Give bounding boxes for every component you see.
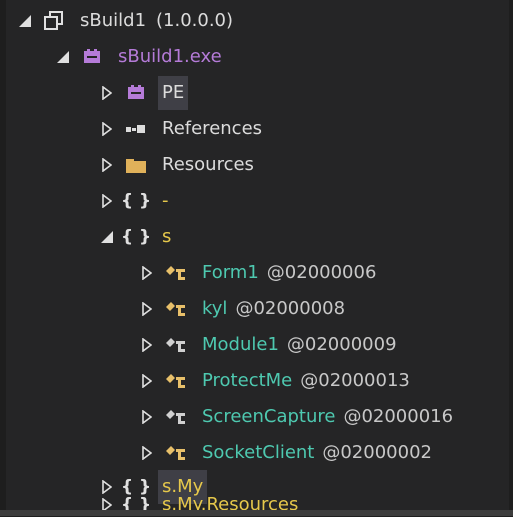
namespace-label: - <box>162 190 169 211</box>
class-icon <box>164 441 188 465</box>
assembly-name: sBuild1 <box>80 10 147 31</box>
namespace-icon: { } <box>120 227 152 247</box>
type-name: kyl <box>202 298 228 319</box>
collapsed-arrow-icon[interactable] <box>98 122 116 136</box>
tree-node-type[interactable]: ProtectMe @02000013 <box>138 364 410 398</box>
collapsed-arrow-icon[interactable] <box>138 374 156 388</box>
tree-node-assembly[interactable]: sBuild1 (1.0.0.0) <box>16 4 233 38</box>
namespace-icon: { } <box>120 191 152 211</box>
module-icon <box>80 45 104 69</box>
type-name: Form1 <box>202 262 259 283</box>
class-icon <box>164 369 188 393</box>
type-name: Module1 <box>202 334 279 355</box>
tree-node-type[interactable]: kyl @02000008 <box>138 292 345 326</box>
collapsed-arrow-icon[interactable] <box>138 446 156 460</box>
module-class-icon <box>164 333 188 357</box>
type-token: @02000016 <box>343 406 454 427</box>
tree-node-module[interactable]: sBuild1.exe <box>54 40 226 74</box>
pe-icon <box>124 81 148 105</box>
pe-label: PE <box>158 76 189 110</box>
expanded-arrow-icon[interactable] <box>54 51 72 63</box>
assembly-explorer-tree: sBuild1 (1.0.0.0) sBuild1.exe PE Referen… <box>6 0 509 515</box>
module-label: sBuild1.exe <box>118 46 222 67</box>
collapsed-arrow-icon[interactable] <box>98 194 116 208</box>
expanded-arrow-icon[interactable] <box>16 15 34 27</box>
type-name: ScreenCapture <box>202 406 336 427</box>
folder-icon <box>124 153 148 177</box>
resources-label: Resources <box>162 154 254 175</box>
type-name: SocketClient <box>202 442 315 463</box>
expanded-arrow-icon[interactable] <box>98 231 116 243</box>
tree-node-type[interactable]: Module1 @02000009 <box>138 328 397 362</box>
collapsed-arrow-icon[interactable] <box>138 410 156 424</box>
tree-node-namespace-s[interactable]: { } s <box>98 220 175 254</box>
type-token: @02000002 <box>322 442 432 463</box>
namespace-label: s <box>162 226 172 247</box>
module-class-icon <box>164 405 188 429</box>
tree-node-type[interactable]: SocketClient @02000002 <box>138 436 432 470</box>
collapsed-arrow-icon[interactable] <box>138 266 156 280</box>
assembly-version: (1.0.0.0) <box>156 10 234 31</box>
references-icon <box>124 117 148 141</box>
type-token: @02000013 <box>300 370 410 391</box>
class-icon <box>164 261 188 285</box>
tree-node-references[interactable]: References <box>98 112 266 146</box>
collapsed-arrow-icon[interactable] <box>138 338 156 352</box>
tree-node-type[interactable]: ScreenCapture @02000016 <box>138 400 453 434</box>
type-token: @02000008 <box>235 298 346 319</box>
tree-node-type[interactable]: Form1 @02000006 <box>138 256 376 290</box>
collapsed-arrow-icon[interactable] <box>138 302 156 316</box>
type-token: @02000006 <box>266 262 377 283</box>
references-label: References <box>162 118 263 139</box>
tree-node-resources[interactable]: Resources <box>98 148 258 182</box>
collapsed-arrow-icon[interactable] <box>98 158 116 172</box>
collapsed-arrow-icon[interactable] <box>98 480 116 494</box>
class-icon <box>164 297 188 321</box>
assembly-icon <box>42 9 66 33</box>
tree-node-namespace-dash[interactable]: { } - <box>98 184 173 218</box>
collapsed-arrow-icon[interactable] <box>98 86 116 100</box>
type-name: ProtectMe <box>202 370 293 391</box>
type-token: @02000009 <box>286 334 397 355</box>
tree-node-pe[interactable]: PE <box>98 76 189 110</box>
horizontal-scrollbar[interactable] <box>0 510 513 516</box>
